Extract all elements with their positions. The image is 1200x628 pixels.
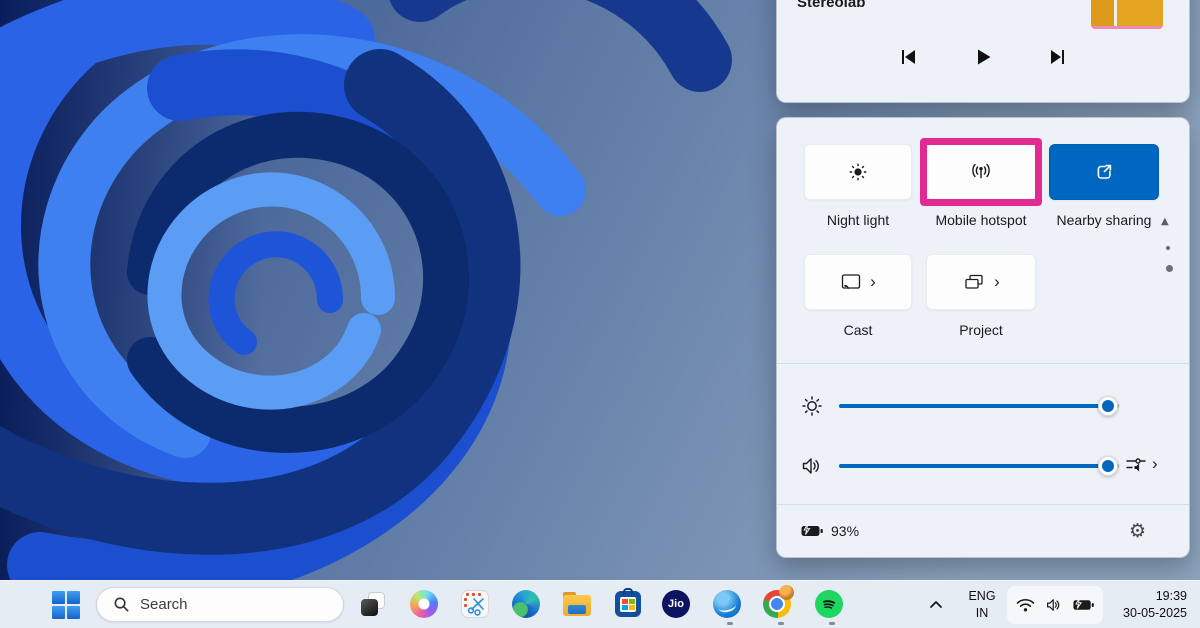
tray-volume-icon	[1044, 596, 1064, 614]
spotify-button[interactable]	[814, 589, 844, 619]
search-icon	[113, 596, 130, 613]
night-light-tile[interactable]	[804, 144, 912, 200]
battery-status[interactable]: 93%	[800, 523, 859, 539]
divider	[777, 363, 1189, 364]
task-view-icon	[359, 590, 387, 618]
media-player-card: Stereolab	[776, 0, 1190, 103]
divider	[777, 504, 1189, 505]
taskbar: Search	[0, 580, 1200, 628]
edge-button[interactable]	[511, 589, 541, 619]
language-line1: ENG	[962, 588, 1002, 605]
page-up-arrow[interactable]: ▲	[1161, 216, 1169, 227]
battery-percent: 93%	[831, 523, 859, 539]
search-input[interactable]: Search	[96, 587, 344, 622]
brightness-slider-thumb[interactable]	[1098, 396, 1118, 416]
wifi-icon	[1015, 596, 1036, 614]
chrome-icon	[763, 589, 793, 619]
battery-charging-icon	[800, 523, 824, 539]
volume-icon	[800, 454, 824, 478]
nearby-sharing-tile[interactable]	[1049, 144, 1159, 200]
mobile-hotspot-label: Mobile hotspot	[916, 212, 1046, 228]
task-view-button[interactable]	[358, 589, 388, 619]
running-indicator-chrome	[778, 622, 784, 625]
volume-row: ›	[777, 451, 1189, 481]
project-icon	[962, 271, 986, 293]
file-explorer-button[interactable]	[562, 589, 592, 619]
volume-slider[interactable]	[839, 464, 1119, 468]
chrome-button[interactable]	[763, 589, 793, 619]
chrome-profile-avatar	[779, 585, 794, 600]
language-line2: IN	[962, 605, 1002, 622]
copilot-icon	[410, 590, 438, 618]
cast-tile[interactable]: ›	[804, 254, 912, 310]
hidden-icons-chevron[interactable]	[926, 595, 946, 615]
previous-track-button[interactable]	[892, 41, 924, 73]
quick-settings-panel: Night light Mobile hotspot Nearby sharin…	[776, 117, 1190, 558]
cast-chevron-icon: ›	[870, 273, 876, 290]
search-placeholder: Search	[140, 596, 188, 613]
clock[interactable]: 19:39 30-05-2025	[1123, 588, 1187, 622]
nearby-sharing-icon	[1092, 160, 1116, 184]
file-explorer-icon	[563, 592, 591, 616]
cast-label: Cast	[793, 322, 923, 338]
jio-icon: Jio	[662, 590, 690, 618]
volume-expand-chevron-icon[interactable]: ›	[1152, 455, 1158, 472]
audio-output-icon[interactable]	[1125, 453, 1147, 475]
microsoft-store-button[interactable]	[613, 589, 643, 619]
running-indicator-thunderbird	[727, 622, 733, 625]
brightness-icon	[800, 394, 824, 418]
spotify-icon	[815, 590, 843, 618]
brightness-row	[777, 391, 1189, 421]
date: 30-05-2025	[1123, 605, 1187, 622]
mobile-hotspot-tile[interactable]	[926, 144, 1036, 200]
running-indicator-spotify	[829, 622, 835, 625]
volume-slider-thumb[interactable]	[1098, 456, 1118, 476]
media-controls	[777, 41, 1189, 73]
brightness-slider[interactable]	[839, 404, 1119, 408]
play-button[interactable]	[967, 41, 999, 73]
night-light-icon	[847, 161, 869, 183]
edge-icon	[512, 590, 540, 618]
thunderbird-icon	[713, 590, 741, 618]
copilot-button[interactable]	[409, 589, 439, 619]
snipping-tool-icon	[461, 590, 489, 618]
language-indicator[interactable]: ENG IN	[962, 588, 1002, 622]
microsoft-store-icon	[615, 591, 641, 617]
project-tile[interactable]: ›	[926, 254, 1036, 310]
jio-button[interactable]: Jio	[661, 589, 691, 619]
desktop: Stereolab	[0, 0, 1200, 628]
system-tray-quick-settings[interactable]	[1007, 586, 1103, 624]
nearby-sharing-label: Nearby sharing	[1039, 212, 1169, 228]
cast-icon	[840, 272, 862, 292]
page-dot-2[interactable]	[1166, 265, 1173, 272]
project-chevron-icon: ›	[994, 273, 1000, 290]
mobile-hotspot-icon	[968, 160, 994, 184]
snipping-tool-button[interactable]	[460, 589, 490, 619]
project-label: Project	[916, 322, 1046, 338]
start-button[interactable]	[52, 591, 80, 619]
thunderbird-button[interactable]	[712, 589, 742, 619]
next-track-button[interactable]	[1042, 41, 1074, 73]
media-title: Stereolab	[797, 0, 865, 11]
album-art	[1091, 0, 1163, 29]
tray-battery-charging-icon	[1072, 597, 1095, 613]
night-light-label: Night light	[793, 212, 923, 228]
time: 19:39	[1123, 588, 1187, 605]
settings-gear-icon[interactable]: ⚙	[1129, 520, 1146, 542]
page-dot-1[interactable]	[1166, 246, 1170, 250]
